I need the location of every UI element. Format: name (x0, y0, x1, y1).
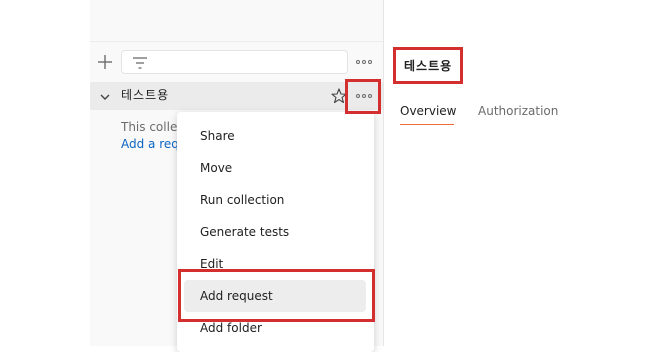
menu-item-label: Run collection (200, 193, 285, 207)
menu-item-move[interactable]: Move (177, 152, 374, 184)
active-tab-underline (400, 124, 454, 125)
more-horizontal-icon[interactable] (352, 52, 376, 72)
menu-item-label: Share (200, 129, 235, 143)
menu-item-label: Add folder (200, 321, 262, 335)
menu-item-run-collection[interactable]: Run collection (177, 184, 374, 216)
chevron-down-icon[interactable] (98, 89, 112, 103)
filter-icon[interactable] (131, 55, 149, 69)
empty-state-text: This collection (121, 120, 177, 134)
right-margin (560, 0, 652, 346)
sidebar-top-strip (90, 0, 383, 42)
highlight-box-add-request (178, 269, 375, 322)
highlight-box-more (345, 79, 381, 114)
tab-overview[interactable]: Overview (400, 103, 457, 119)
menu-item-label: Generate tests (200, 225, 290, 239)
menu-item-generate-tests[interactable]: Generate tests (177, 216, 374, 248)
collection-name[interactable]: 테스트용 (121, 87, 169, 103)
menu-item-label: Move (200, 161, 233, 175)
plus-icon[interactable] (95, 52, 115, 72)
tab-authorization[interactable]: Authorization (478, 103, 558, 119)
highlight-box-title (393, 47, 463, 84)
add-request-link[interactable]: Add a request (121, 136, 177, 152)
menu-item-share[interactable]: Share (177, 120, 374, 152)
panel-divider (383, 0, 384, 346)
filter-input[interactable] (121, 50, 348, 74)
